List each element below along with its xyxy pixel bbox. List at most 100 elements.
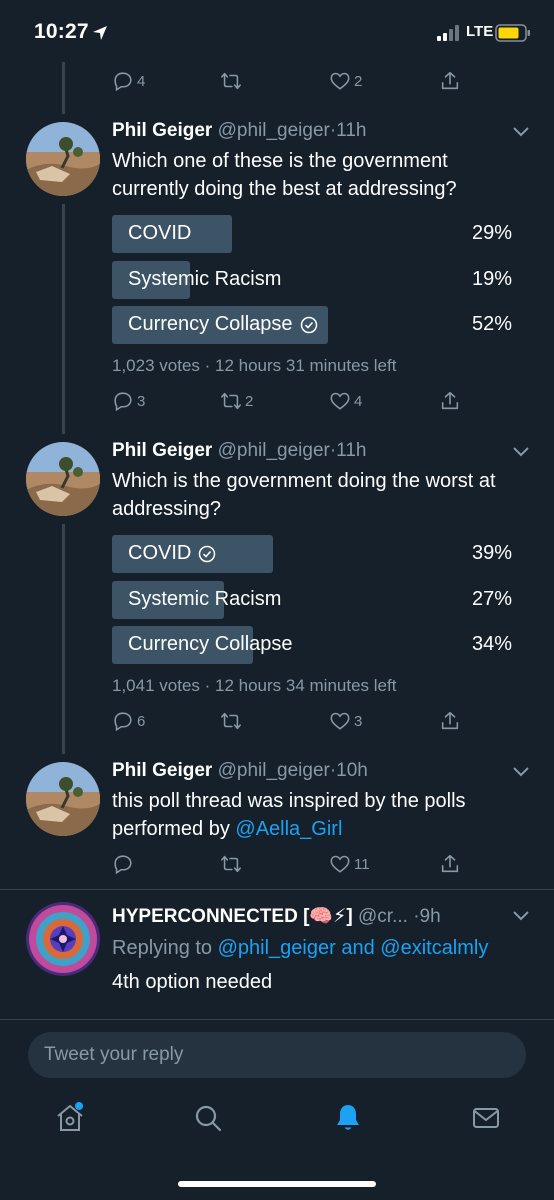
poll-option-percent: 27% [471,588,512,610]
replying-to-label: Replying to [112,937,218,959]
poll-option-label: COVID [128,222,192,244]
poll-option-percent: 52% [471,313,512,335]
status-time: 10:27 [34,20,89,43]
tweet-text: Which is the government doing the worst … [112,470,496,520]
tweet-header: HYPERCONNECTED [🧠⚡] @cr... ·9h [112,904,441,928]
retweet-button[interactable] [220,707,245,735]
heart-icon [330,712,350,730]
avatar-photo [26,762,100,836]
battery-icon [495,24,530,42]
reply-icon [114,72,132,92]
poll-meta: 1,023 votes · 12 hours 31 minutes left [112,356,397,375]
reply-count: 6 [137,712,146,730]
author-name[interactable]: Phil Geiger [112,440,212,461]
tweet-timestamp: 9h [419,906,441,927]
replying-to: Replying to @phil_geiger and @exitcalmly [112,934,522,962]
poll-option: Systemic Racism 27% [112,581,514,619]
author-name[interactable]: HYPERCONNECTED [🧠⚡] [112,906,353,927]
tweet-timestamp: 11h [336,440,367,461]
author-handle[interactable]: @cr... [358,906,408,927]
like-button[interactable]: 3 [329,707,362,735]
messages-icon[interactable] [470,1102,502,1134]
avatar-photo [26,122,100,196]
home-indicator [178,1181,376,1187]
reply-count: 3 [137,392,146,410]
share-button[interactable] [439,850,461,878]
network-type: LTE [466,23,494,40]
poll-option-percent: 19% [471,268,512,290]
tweet-header: Phil Geiger @phil_geiger·11h [112,440,366,462]
chevron-down-icon[interactable] [512,766,530,778]
check-circle-icon [199,545,216,562]
poll-meta: 1,041 votes · 12 hours 34 minutes left [112,676,397,695]
tweet-text: Which one of these is the government cur… [112,150,457,200]
retweet-button[interactable] [220,67,245,95]
retweet-count: 2 [245,392,254,410]
author-handle[interactable]: @phil_geiger [218,440,330,461]
like-button[interactable]: 11 [329,850,370,878]
status-bar: 10:27 LTE [0,0,554,62]
like-count: 4 [354,392,363,410]
poll-option: COVID 39% [112,535,514,573]
poll-option-label: Systemic Racism [128,268,282,290]
retweet-icon [221,855,241,873]
replying-to-users[interactable]: @phil_geiger and @exitcalmly [218,937,489,959]
heart-icon [330,855,350,873]
reply-button[interactable] [112,850,137,878]
like-button[interactable]: 2 [329,67,362,95]
thread-line [62,62,65,114]
avatar[interactable] [26,902,100,976]
retweet-icon [221,712,241,730]
share-button[interactable] [439,67,461,95]
tweet-timestamp: 10h [336,760,368,781]
poll-option: COVID 29% [112,215,514,253]
reply-button[interactable]: 6 [112,707,145,735]
chevron-down-icon[interactable] [512,126,530,138]
retweet-button[interactable]: 2 [220,387,253,415]
share-icon [441,854,459,873]
tweet-header: Phil Geiger @phil_geiger·10h [112,760,368,782]
tweet-actions: 3 2 4 [112,387,472,417]
chevron-down-icon[interactable] [512,910,530,922]
home-notification-dot [75,1102,83,1110]
search-icon[interactable] [192,1102,224,1134]
chevron-down-icon[interactable] [512,446,530,458]
poll-option-label: COVID [128,542,216,565]
tweet-timestamp: 11h [336,120,367,141]
author-handle[interactable]: @phil_geiger [218,760,330,781]
retweet-icon [221,72,241,90]
like-count: 2 [354,72,363,90]
thread-line [62,204,65,434]
poll-option-label: Systemic Racism [128,588,282,610]
tweet-text: 4th option needed [112,971,273,993]
reply-composer[interactable]: Tweet your reply [28,1032,526,1078]
avatar[interactable] [26,122,100,196]
poll-option-percent: 34% [471,633,512,655]
avatar-photo [26,442,100,516]
tweet-actions: 6 3 [112,707,472,737]
share-icon [441,391,459,410]
mention-link[interactable]: @Aella_Girl [235,818,342,840]
avatar-kaleidoscope [26,902,100,976]
tweet-actions: 11 [112,850,472,880]
reply-placeholder: Tweet your reply [44,1044,184,1065]
avatar[interactable] [26,762,100,836]
reply-icon [114,392,132,412]
like-button[interactable]: 4 [329,387,362,415]
poll-option: Systemic Racism 19% [112,261,514,299]
location-arrow-icon [93,26,107,40]
avatar[interactable] [26,442,100,516]
like-count: 11 [354,855,370,873]
author-name[interactable]: Phil Geiger [112,760,212,781]
author-name[interactable]: Phil Geiger [112,120,212,141]
author-handle[interactable]: @phil_geiger [218,120,330,141]
notifications-icon[interactable] [332,1102,364,1134]
reply-button[interactable]: 4 [112,67,145,95]
reply-button[interactable]: 3 [112,387,145,415]
reply-icon [114,712,132,732]
retweet-button[interactable] [220,850,245,878]
poll-option: Currency Collapse 52% [112,306,514,344]
retweet-icon [221,392,241,410]
share-button[interactable] [439,707,461,735]
share-button[interactable] [439,387,461,415]
